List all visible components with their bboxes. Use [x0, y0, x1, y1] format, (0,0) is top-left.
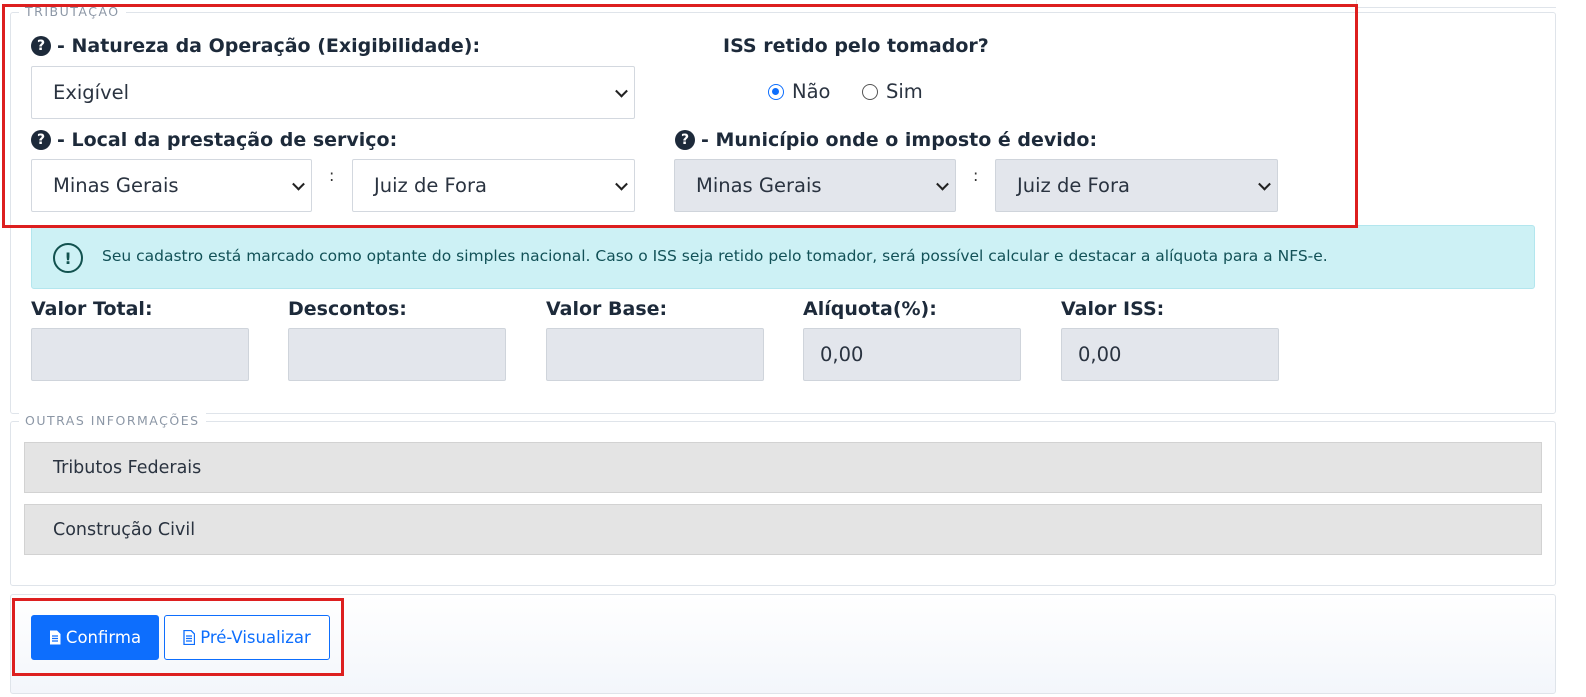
local-municipio-value: Juiz de Fora	[374, 174, 487, 197]
file-text-icon	[49, 630, 61, 645]
devido-separator: :	[973, 166, 979, 185]
descontos-label: Descontos:	[288, 298, 407, 320]
aliquota-field: 0,00	[803, 328, 1021, 381]
valor-total-field	[31, 328, 249, 381]
valor-iss-field: 0,00	[1061, 328, 1279, 381]
valor-base-field	[546, 328, 764, 381]
question-circle-icon[interactable]: ?	[31, 36, 51, 56]
valor-iss-label: Valor ISS:	[1061, 298, 1165, 320]
radio-selected-icon	[768, 83, 784, 100]
chevron-down-icon	[615, 84, 628, 98]
confirma-button[interactable]: Confirma	[31, 615, 159, 660]
natureza-select[interactable]: Exigível	[31, 66, 635, 119]
municipio-devido-label: ? - Município onde o imposto é devido:	[675, 129, 1097, 151]
confirma-label: Confirma	[65, 628, 142, 647]
radio-unselected-icon	[862, 83, 878, 100]
file-text-icon	[183, 630, 196, 645]
iss-retido-label: ISS retido pelo tomador?	[723, 35, 989, 57]
outras-legend: OUTRAS INFORMAÇÕES	[19, 413, 206, 429]
iss-retido-nao-label: Não	[792, 80, 831, 103]
iss-retido-sim-radio[interactable]: Sim	[862, 80, 923, 103]
valor-total-label: Valor Total:	[31, 298, 153, 320]
aliquota-label: Alíquota(%):	[803, 298, 937, 320]
question-circle-icon[interactable]: ?	[675, 130, 695, 150]
iss-retido-nao-radio[interactable]: Não	[768, 80, 830, 103]
local-prestacao-label: ? - Local da prestação de serviço:	[31, 129, 397, 151]
simples-nacional-alert: ! Seu cadastro está marcado como optante…	[31, 225, 1535, 289]
pre-visualizar-label: Pré-Visualizar	[200, 628, 311, 647]
chevron-down-icon	[615, 177, 628, 191]
valor-base-label: Valor Base:	[546, 298, 668, 320]
alert-text: Seu cadastro está marcado como optante d…	[102, 247, 1328, 265]
local-separator: :	[329, 166, 335, 185]
devido-municipio-value: Juiz de Fora	[1017, 174, 1130, 197]
local-municipio-select[interactable]: Juiz de Fora	[352, 159, 635, 212]
chevron-down-icon	[292, 177, 305, 191]
local-estado-select[interactable]: Minas Gerais	[31, 159, 312, 212]
iss-retido-sim-label: Sim	[886, 80, 923, 103]
question-circle-icon[interactable]: ?	[31, 130, 51, 150]
natureza-label: ? - Natureza da Operação (Exigibilidade)…	[31, 35, 480, 57]
chevron-down-icon	[936, 177, 949, 191]
descontos-field	[288, 328, 506, 381]
construcao-civil-accordion[interactable]: Construção Civil	[24, 504, 1542, 555]
tributacao-legend: TRIBUTAÇÃO	[19, 4, 126, 20]
chevron-down-icon	[1258, 177, 1271, 191]
pre-visualizar-button[interactable]: Pré-Visualizar	[164, 615, 330, 660]
devido-estado-value: Minas Gerais	[696, 174, 822, 197]
devido-estado-select: Minas Gerais	[674, 159, 956, 212]
top-strip	[1356, 0, 1556, 8]
local-estado-value: Minas Gerais	[53, 174, 179, 197]
devido-municipio-select: Juiz de Fora	[995, 159, 1278, 212]
natureza-select-value: Exigível	[53, 81, 130, 104]
exclamation-circle-icon: !	[53, 243, 83, 273]
tributos-federais-accordion[interactable]: Tributos Federais	[24, 442, 1542, 493]
